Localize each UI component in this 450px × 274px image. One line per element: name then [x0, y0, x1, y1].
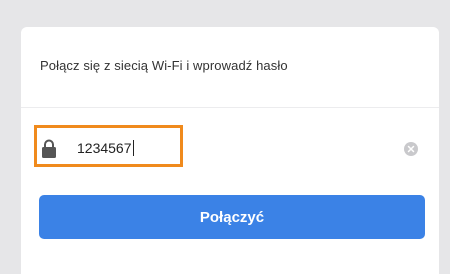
focus-highlight [34, 125, 183, 167]
divider [21, 107, 439, 108]
wifi-dialog: Połącz się z siecią Wi-Fi i wprowadź has… [21, 27, 439, 274]
password-field[interactable]: 1234567 [21, 125, 439, 173]
connect-button[interactable]: Połączyć [39, 195, 425, 239]
instruction-text: Połącz się z siecią Wi-Fi i wprowadź has… [40, 58, 288, 73]
clear-icon[interactable] [404, 142, 418, 156]
